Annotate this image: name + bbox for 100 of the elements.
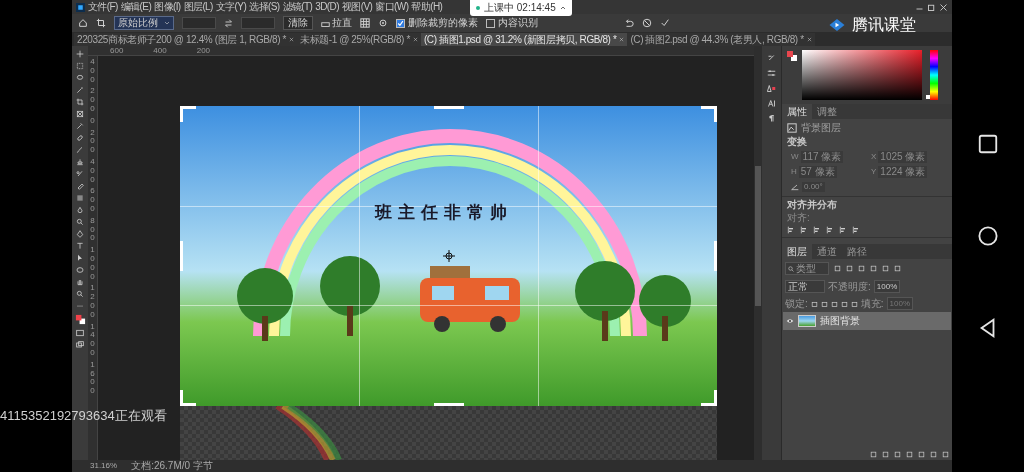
ellipse-icon[interactable] <box>76 266 84 274</box>
align-right-icon[interactable] <box>813 226 821 234</box>
crop-handle[interactable] <box>701 390 717 406</box>
height-field[interactable] <box>241 17 275 29</box>
cancel-icon[interactable] <box>642 18 652 28</box>
panel-tab[interactable]: 属性 <box>782 104 812 119</box>
caret-icon[interactable] <box>559 5 566 11</box>
layer-row[interactable]: 插图背景 <box>783 312 951 330</box>
align-middle-icon[interactable] <box>839 226 847 234</box>
opacity-field[interactable]: 100% <box>873 280 901 293</box>
pointer-icon[interactable] <box>76 254 84 262</box>
crop-handle[interactable] <box>434 106 464 109</box>
clear-button[interactable]: 清除 <box>283 16 313 30</box>
layer-filter-dropdown[interactable]: 类型 <box>785 262 829 275</box>
dodge-icon[interactable] <box>76 218 84 226</box>
menu-item[interactable]: 图层(L) <box>183 2 213 12</box>
grid-overlay-icon[interactable] <box>360 18 370 28</box>
close-icon[interactable] <box>412 37 418 42</box>
crop-handle[interactable] <box>180 390 196 406</box>
width-field[interactable] <box>182 17 216 29</box>
settings-icon[interactable] <box>378 18 388 28</box>
checkbox[interactable] <box>396 18 405 28</box>
ruler-label: 400 <box>89 58 96 85</box>
menu-item[interactable]: 窗口(W) <box>375 2 409 12</box>
warning-swatch-icon[interactable] <box>767 84 776 93</box>
eye-icon[interactable] <box>786 317 794 325</box>
panel-tab[interactable]: 通道 <box>812 244 842 259</box>
undo-icon[interactable] <box>624 18 634 28</box>
marquee-tool-icon[interactable] <box>76 62 84 70</box>
eraser-icon[interactable] <box>76 182 84 190</box>
screen-mode-icon[interactable] <box>76 341 84 349</box>
paragraph-icon[interactable] <box>767 114 776 123</box>
document-tab[interactable]: 未标题-1 @ 25%(RGB/8) * <box>296 33 421 46</box>
ratio-dropdown[interactable]: 原始比例 <box>114 16 174 30</box>
crop-handle[interactable] <box>180 241 183 271</box>
menu-item[interactable]: 帮助(H) <box>411 2 443 12</box>
crop-handle[interactable] <box>434 403 464 406</box>
menu-item[interactable]: 视图(V) <box>341 2 373 12</box>
menu-item[interactable]: 文字(Y) <box>215 2 247 12</box>
panel-tab[interactable]: 调整 <box>812 104 842 119</box>
crop-handle[interactable] <box>701 106 717 122</box>
magic-wand-icon[interactable] <box>76 86 84 94</box>
quick-mask-icon[interactable] <box>76 329 84 337</box>
circle-icon[interactable] <box>977 225 999 247</box>
square-icon[interactable] <box>977 133 999 155</box>
zoom-icon[interactable] <box>76 290 84 298</box>
stamp-icon[interactable] <box>76 158 84 166</box>
panel-tab[interactable]: 图层 <box>782 244 812 259</box>
blur-drop-icon[interactable] <box>76 206 84 214</box>
close-icon[interactable] <box>806 37 812 42</box>
color-swatches-icon[interactable] <box>786 50 798 62</box>
character-icon[interactable] <box>767 99 776 108</box>
restore-icon[interactable] <box>927 2 936 12</box>
slider-thumb[interactable] <box>926 95 930 99</box>
brush-settings-icon[interactable] <box>767 54 776 63</box>
scrollbar-thumb[interactable] <box>755 166 761 306</box>
swap-icon[interactable] <box>224 18 233 28</box>
align-bottom-icon[interactable] <box>852 226 860 234</box>
document-tab[interactable]: (C) 插图1.psd @ 31.2% (新图层拷贝, RGB/8) * <box>420 33 628 46</box>
align-center-icon[interactable] <box>800 226 808 234</box>
menu-item[interactable]: 图像(I) <box>154 2 181 12</box>
type-tool-icon[interactable] <box>76 242 84 250</box>
lasso-tool-icon[interactable] <box>76 74 84 82</box>
document-tab[interactable]: 220325商标老师子200 @ 12.4% (图层 1, RGB/8) * <box>74 33 297 46</box>
home-icon[interactable] <box>78 18 88 28</box>
ruler-label: 400 <box>153 46 167 55</box>
crop-icon[interactable] <box>96 18 106 28</box>
align-left-icon[interactable] <box>787 226 795 234</box>
menu-item[interactable]: 选择(S) <box>249 2 280 12</box>
close-icon[interactable] <box>939 2 948 12</box>
menu-item[interactable]: 文件(F) <box>88 2 118 12</box>
brush-icon[interactable] <box>76 146 84 154</box>
frame-tool-icon[interactable] <box>76 110 84 118</box>
menu-item[interactable]: 滤镜(T) <box>282 2 313 12</box>
checkmark-icon[interactable] <box>660 18 670 28</box>
bandage-icon[interactable] <box>76 134 84 142</box>
straighten-label[interactable]: 拉直 <box>332 18 352 28</box>
panel-tab[interactable]: 路径 <box>842 244 872 259</box>
close-icon[interactable] <box>619 37 625 42</box>
crop-tool-icon[interactable] <box>76 98 84 106</box>
move-tool-icon[interactable] <box>76 50 84 58</box>
blend-mode-dropdown[interactable]: 正常 <box>785 280 825 293</box>
hand-icon[interactable] <box>76 278 84 286</box>
checkbox[interactable] <box>486 18 495 28</box>
eyedropper-icon[interactable] <box>76 122 84 130</box>
menu-item[interactable]: 编辑(E) <box>120 2 152 12</box>
pen-icon[interactable] <box>76 230 84 238</box>
history-brush-icon[interactable] <box>76 170 84 178</box>
sliders-icon[interactable] <box>767 69 776 78</box>
align-top-icon[interactable] <box>826 226 834 234</box>
document-tab[interactable]: (C) 插图2.psd @ 44.3% (老男人, RGB/8) * <box>627 33 815 46</box>
menu-item[interactable]: 3D(D) <box>315 2 339 12</box>
close-icon[interactable] <box>288 37 294 42</box>
crop-handle[interactable] <box>180 106 196 122</box>
angle-icon <box>791 183 799 191</box>
color-swatches-icon[interactable] <box>74 314 86 325</box>
gradient-icon[interactable] <box>76 194 84 202</box>
viewer-notice: 4115352192793634正在观看 <box>0 409 167 422</box>
color-picker-field[interactable] <box>802 50 922 100</box>
crop-handle[interactable] <box>714 241 717 271</box>
